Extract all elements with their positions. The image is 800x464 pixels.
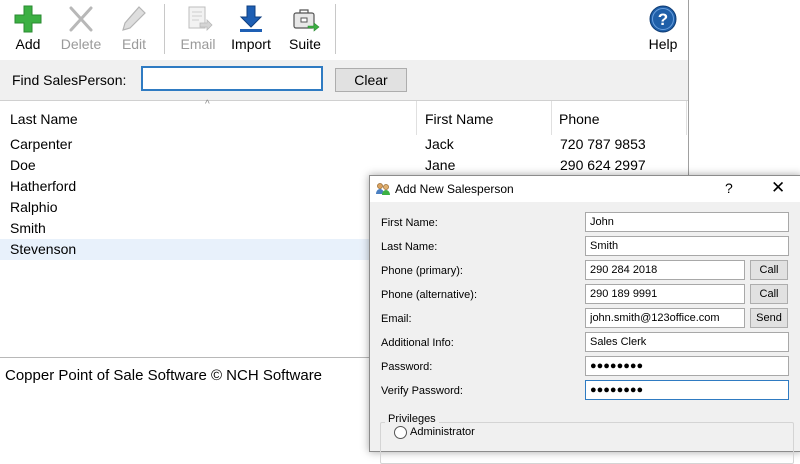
- verify-password-field[interactable]: [585, 380, 789, 400]
- email-field[interactable]: [585, 308, 745, 328]
- help-button[interactable]: ? Help: [645, 2, 681, 56]
- suite-label: Suite: [289, 36, 321, 52]
- column-header-last-name[interactable]: Last Name: [10, 111, 78, 127]
- additional-info-field[interactable]: [585, 332, 789, 352]
- edit-label: Edit: [121, 36, 147, 52]
- table-row[interactable]: Doe Jane 290 624 2997: [0, 155, 688, 176]
- cell-last-name: Smith: [10, 220, 46, 236]
- edit-button[interactable]: Edit: [118, 2, 150, 56]
- import-button[interactable]: Import: [226, 2, 276, 56]
- column-divider: [416, 101, 417, 135]
- phone-alternative-label: Phone (alternative):: [381, 289, 477, 301]
- email-label: Email: [180, 36, 216, 52]
- svg-text:?: ?: [658, 10, 668, 29]
- column-header-first-name[interactable]: First Name: [425, 111, 493, 127]
- cell-phone: 720 787 9853: [560, 136, 646, 152]
- briefcase-icon: [290, 2, 320, 36]
- toolbar-separator: [335, 4, 336, 54]
- import-icon: [236, 2, 266, 36]
- cell-phone: 290 624 2997: [560, 157, 646, 173]
- dialog-help-button[interactable]: ?: [725, 180, 733, 196]
- additional-info-label: Additional Info:: [381, 337, 454, 349]
- dialog-title: Add New Salesperson: [395, 182, 514, 196]
- cell-last-name: Hatherford: [10, 178, 77, 194]
- clear-button[interactable]: Clear: [335, 68, 407, 92]
- call-primary-button[interactable]: Call: [750, 260, 788, 280]
- call-alternative-button[interactable]: Call: [750, 284, 788, 304]
- cell-last-name: Carpenter: [10, 136, 73, 152]
- toolbar-separator: [164, 4, 165, 54]
- find-salesperson-input[interactable]: [141, 66, 323, 91]
- last-name-field[interactable]: [585, 236, 789, 256]
- pencil-icon: [119, 2, 149, 36]
- help-icon: ?: [648, 2, 678, 36]
- add-salesperson-dialog: Add New Salesperson ? ✕ First Name: Last…: [369, 175, 800, 464]
- administrator-radio-label: Administrator: [410, 426, 475, 438]
- last-name-label: Last Name:: [381, 241, 438, 253]
- help-label: Help: [648, 36, 678, 52]
- column-divider: [551, 101, 552, 135]
- cell-last-name: Stevenson: [10, 241, 77, 257]
- users-icon: [375, 181, 391, 197]
- privileges-legend: Privileges: [385, 413, 439, 425]
- column-header-phone[interactable]: Phone: [559, 111, 599, 127]
- phone-alternative-field[interactable]: [585, 284, 745, 304]
- dialog-close-button[interactable]: ✕: [771, 178, 785, 198]
- phone-primary-field[interactable]: [585, 260, 745, 280]
- table-row[interactable]: Carpenter Jack 720 787 9853: [0, 134, 688, 155]
- suite-button[interactable]: Suite: [286, 2, 324, 56]
- add-icon: [13, 2, 43, 36]
- verify-password-label: Verify Password:: [381, 385, 463, 397]
- add-label: Add: [15, 36, 41, 52]
- password-label: Password:: [381, 361, 433, 373]
- first-name-field[interactable]: [585, 212, 789, 232]
- dialog-title-bar[interactable]: Add New Salesperson ? ✕: [370, 176, 800, 202]
- sort-ascending-icon: ^: [205, 99, 210, 110]
- send-email-button[interactable]: Send: [750, 308, 788, 328]
- add-button[interactable]: Add: [10, 2, 46, 56]
- cell-first-name: Jane: [425, 157, 456, 173]
- cell-last-name: Ralphio: [10, 199, 58, 215]
- first-name-label: First Name:: [381, 217, 438, 229]
- email-button[interactable]: Email: [178, 2, 218, 56]
- password-field[interactable]: [585, 356, 789, 376]
- email-label: Email:: [381, 313, 412, 325]
- delete-label: Delete: [60, 36, 102, 52]
- delete-button[interactable]: Delete: [58, 2, 104, 56]
- delete-icon: [66, 2, 96, 36]
- email-icon: [183, 2, 213, 36]
- dialog-body: First Name: Last Name: Phone (primary): …: [370, 202, 800, 464]
- administrator-radio[interactable]: [394, 426, 407, 439]
- column-divider: [686, 101, 687, 135]
- cell-last-name: Doe: [10, 157, 36, 173]
- cell-first-name: Jack: [425, 136, 454, 152]
- find-label: Find SalesPerson:: [12, 72, 127, 88]
- import-label: Import: [231, 36, 271, 52]
- toolbar: Add Delete Edit Email Import Suite ? Hel…: [0, 0, 688, 61]
- phone-primary-label: Phone (primary):: [381, 265, 463, 277]
- status-text: Copper Point of Sale Software © NCH Soft…: [5, 367, 323, 384]
